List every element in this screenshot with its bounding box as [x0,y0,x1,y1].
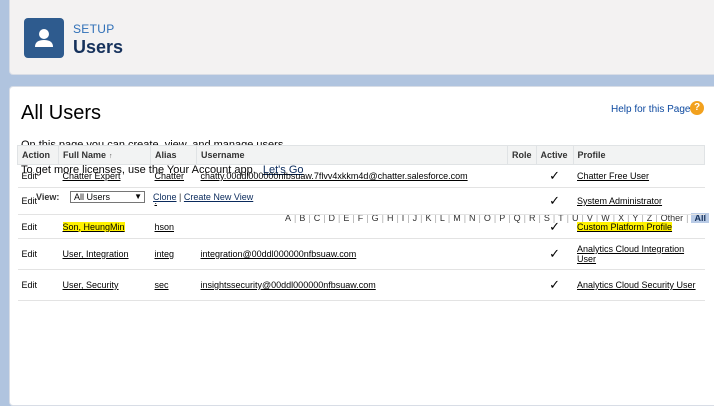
user-icon [24,18,64,58]
profile-cell: Chatter Free User [573,164,705,188]
col-profile: Profile [572,145,706,165]
username-cell: integration@00ddl000000nfbsuaw.com [196,238,508,270]
username-link[interactable]: integration@00ddl000000nfbsuaw.com [201,249,357,259]
profile-cell: Custom Platform Profile [573,214,705,239]
role-cell [507,238,537,270]
profile-link[interactable]: Analytics Cloud Security User [577,280,696,290]
alias-cell: hson [150,214,197,239]
col-active: Active [535,145,574,165]
table-header-row: Action Full Name ↑ Alias Username Role Ac… [17,145,706,165]
row-action-cell: Edit [17,214,59,239]
alias-link[interactable]: integ [155,249,175,259]
full-name-link[interactable]: User, Security [63,280,119,290]
alias-cell: . [150,187,197,215]
col-full-name[interactable]: Full Name ↑ [58,145,151,165]
username-link[interactable]: chatty.00ddl000000nfbsuaw.7flvv4xkkm4d@c… [201,171,468,181]
col-role: Role [507,145,537,165]
full-name-link[interactable]: User, Integration [63,249,129,259]
full-name-cell: User, Integration [58,238,151,270]
full-name-cell: User, Security [58,269,151,301]
setup-label: SETUP [73,22,115,36]
edit-link[interactable]: Edit [22,171,38,181]
users-table: Action Full Name ↑ Alias Username Role Ac… [17,145,706,301]
help-icon[interactable]: ? [690,101,704,115]
profile-link[interactable]: Custom Platform Profile [577,221,673,232]
profile-cell: System Administrator [573,187,705,215]
profile-link[interactable]: Chatter Free User [577,171,649,181]
row-action-cell: Edit [17,269,59,301]
col-full-name-label: Full Name [63,150,107,160]
active-checkmark-icon: ✓ [536,187,574,215]
username-cell [196,187,508,215]
alias-link[interactable]: sec [155,280,169,290]
username-cell: insightssecurity@00ddl000000nfbsuaw.com [196,269,508,301]
col-username: Username [196,145,508,165]
active-checkmark-icon: ✓ [536,214,574,239]
profile-link[interactable]: System Administrator [577,196,662,206]
edit-link[interactable]: Edit [22,222,38,232]
header-title: Users [73,37,124,57]
full-name-cell: Chatter Expert [58,164,151,188]
role-cell [507,164,537,188]
username-link[interactable]: insightssecurity@00ddl000000nfbsuaw.com [201,280,376,290]
help-link[interactable]: Help for this Page [611,104,691,115]
full-name-link[interactable]: Chatter Expert [63,171,121,181]
role-cell [507,214,537,239]
profile-cell: Analytics Cloud Integration User [573,238,705,270]
table-row: Edit. ✓ System Administrator [17,187,705,215]
username-cell [196,214,508,239]
alias-link[interactable]: hson [155,222,175,232]
alias-cell: integ [150,238,197,270]
table-row: Edit Chatter Expert Chatter chatty.00ddl000… [17,164,705,188]
full-name-cell [58,187,151,215]
col-action: Action [17,145,59,165]
full-name-cell: Son, HeungMin [58,214,151,239]
profile-cell: Analytics Cloud Security User [573,269,705,301]
edit-link[interactable]: Edit [22,196,38,206]
col-alias: Alias [150,145,197,165]
page-title: All Users [21,102,102,124]
alias-cell: sec [150,269,197,301]
table-row: Edit Son, HeungMin hson ✓ Custom Platform Pr… [17,214,705,239]
active-checkmark-icon: ✓ [536,269,574,301]
table-row: Edit User, Integration integ integration@00… [17,238,705,270]
row-action-cell: Edit [17,164,59,188]
active-checkmark-icon: ✓ [536,164,574,188]
role-cell [507,187,537,215]
sort-ascending-icon: ↑ [109,153,113,160]
row-action-cell: Edit [17,187,59,215]
active-checkmark-icon: ✓ [536,238,574,270]
username-cell: chatty.00ddl000000nfbsuaw.7flvv4xkkm4d@c… [196,164,508,188]
edit-link[interactable]: Edit [22,280,38,290]
edit-link[interactable]: Edit [22,249,38,259]
table-row: Edit User, Security sec insightssecurity@00… [17,269,705,301]
alias-link[interactable]: . [155,196,158,206]
role-cell [507,269,537,301]
profile-link[interactable]: Analytics Cloud Integration User [577,244,684,264]
full-name-link[interactable]: Son, HeungMin [62,221,125,232]
setup-header: SETUP Users [9,0,714,75]
row-action-cell: Edit [17,238,59,270]
alias-link[interactable]: Chatter [155,171,185,181]
alias-cell: Chatter [150,164,197,188]
